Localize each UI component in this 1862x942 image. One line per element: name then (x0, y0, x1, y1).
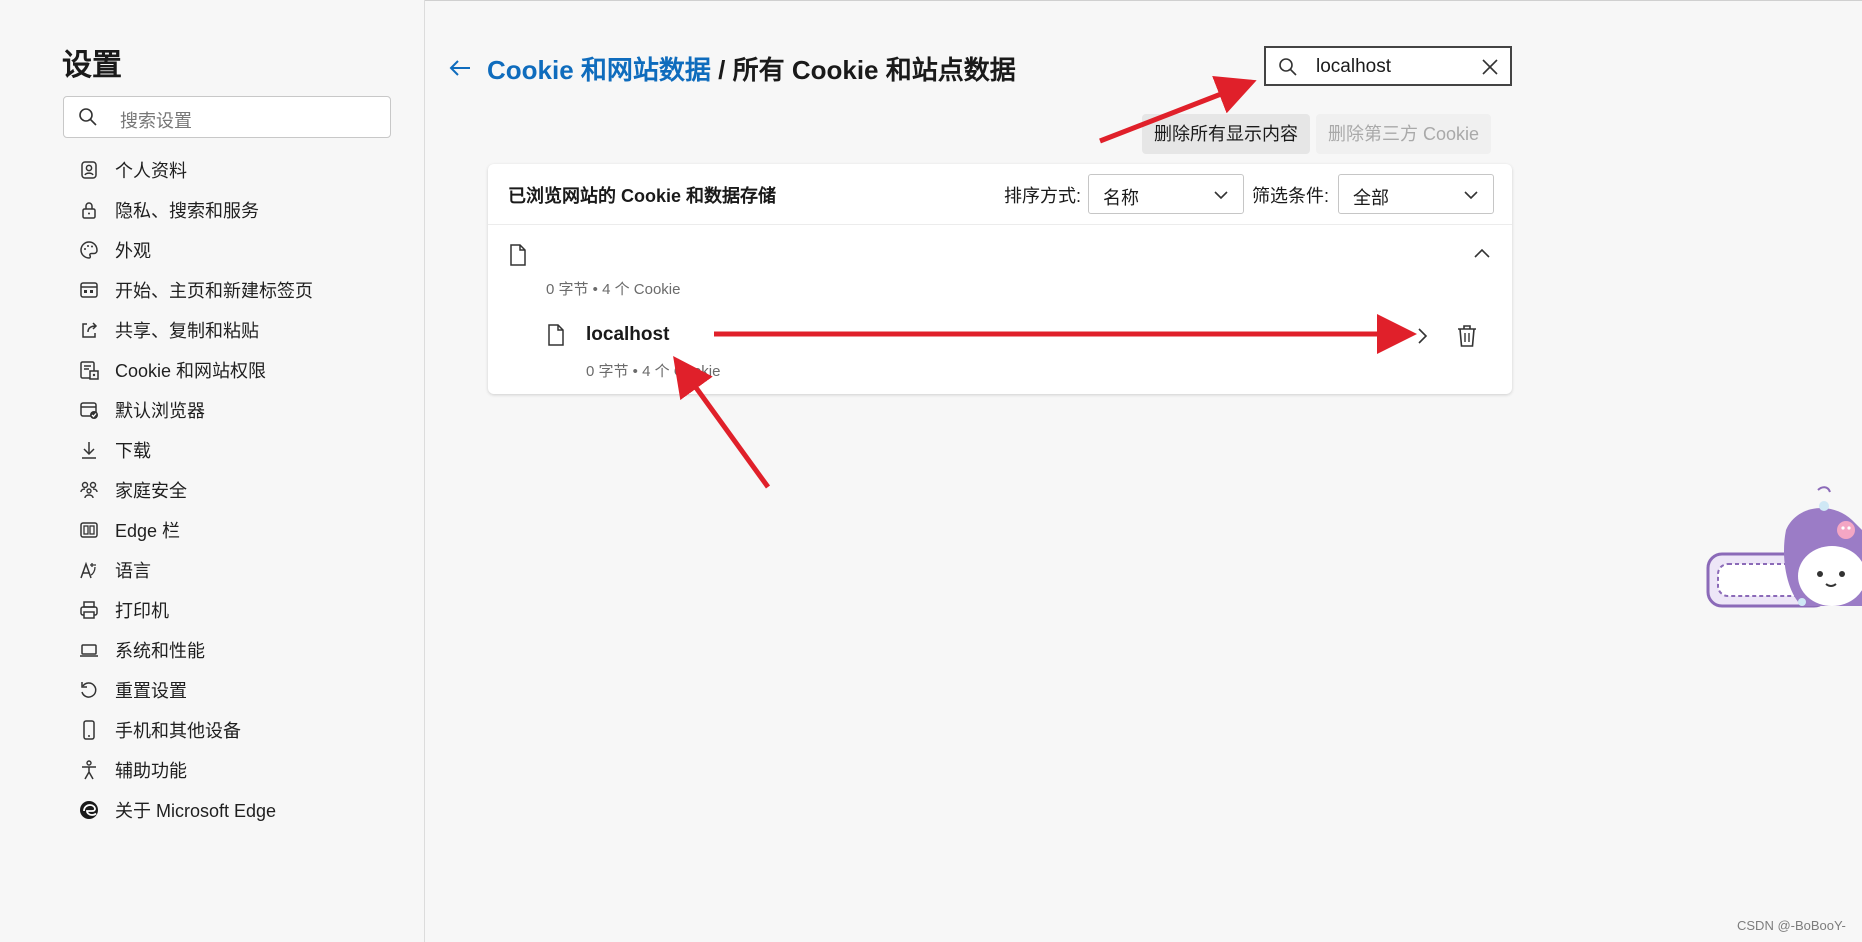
sort-dropdown-value: 名称 (1103, 188, 1139, 208)
edge-logo-icon (80, 801, 98, 819)
watermark: CSDN @-BoBooY- (1737, 918, 1846, 933)
filter-dropdown[interactable]: 全部 (1338, 174, 1494, 214)
printer-icon (80, 601, 98, 619)
close-icon[interactable] (1480, 57, 1500, 77)
trash-icon[interactable] (1456, 324, 1478, 348)
card-header: 已浏览网站的 Cookie 和数据存储 排序方式: 名称 筛选条件: 全部 (488, 164, 1512, 225)
sidebar-item-label: 家庭安全 (115, 481, 187, 501)
chevron-down-icon (1464, 191, 1478, 200)
sidebar-item-profile[interactable]: 个人资料 (63, 150, 403, 190)
sidebar-item-label: 关于 Microsoft Edge (115, 801, 277, 821)
settings-nav: 个人资料 隐私、搜索和服务 外观 开始、主页和新建标签页 共享、复制和粘贴 Co… (63, 150, 403, 830)
sidebar-item-label: 系统和性能 (115, 641, 205, 661)
sidebar-item-share[interactable]: 共享、复制和粘贴 (63, 310, 403, 350)
family-icon (80, 481, 98, 499)
sort-label: 排序方式: (1004, 186, 1082, 206)
sidebar-item-downloads[interactable]: 下载 (63, 430, 403, 470)
file-icon (548, 324, 564, 346)
download-icon (82, 442, 96, 459)
sidebar-item-start-page[interactable]: 开始、主页和新建标签页 (63, 270, 403, 310)
settings-search-placeholder: 搜索设置 (120, 111, 192, 131)
lock-icon (82, 202, 96, 219)
sidebar-item-printer[interactable]: 打印机 (63, 590, 403, 630)
group-meta: 0 字节 • 4 个 Cookie (546, 281, 681, 298)
file-icon (510, 244, 526, 266)
sidebar-item-edge-bar[interactable]: Edge 栏 (63, 510, 403, 550)
chevron-up-icon[interactable] (1472, 244, 1492, 264)
sidebar-item-label: 外观 (115, 241, 151, 261)
sidebar-item-family[interactable]: 家庭安全 (63, 470, 403, 510)
sidebar-item-default-browser[interactable]: 默认浏览器 (63, 390, 403, 430)
breadcrumb-separator: / (710, 55, 733, 85)
sidebar-item-about[interactable]: 关于 Microsoft Edge (63, 790, 403, 830)
sort-dropdown[interactable]: 名称 (1088, 174, 1244, 214)
sidebar-item-system[interactable]: 系统和性能 (63, 630, 403, 670)
sidebar-item-language[interactable]: 语言 (63, 550, 403, 590)
search-icon (1279, 58, 1297, 76)
settings-search-input[interactable]: 搜索设置 (63, 96, 391, 138)
settings-sidebar: 设置 搜索设置 个人资料 隐私、搜索和服务 外观 开始、主页和新建标签页 共享、… (0, 0, 425, 942)
sidebar-item-label: 语言 (115, 561, 151, 581)
sidebar-item-accessibility[interactable]: 辅助功能 (63, 750, 403, 790)
accessibility-icon (82, 760, 96, 780)
start-page-icon (80, 282, 98, 298)
sidebar-item-label: 共享、复制和粘贴 (115, 321, 259, 341)
card-title: 已浏览网站的 Cookie 和数据存储 (508, 186, 777, 206)
sidebar-item-label: 个人资料 (115, 161, 187, 181)
decorative-sticker (1706, 486, 1862, 608)
chevron-down-icon (1214, 191, 1228, 200)
cookie-data-card: 已浏览网站的 Cookie 和数据存储 排序方式: 名称 筛选条件: 全部 0 … (488, 164, 1512, 394)
sidebar-item-label: 开始、主页和新建标签页 (115, 281, 313, 301)
back-arrow-icon[interactable] (446, 54, 474, 82)
settings-title: 设置 (62, 49, 122, 82)
language-icon (80, 561, 96, 579)
sidebar-item-privacy[interactable]: 隐私、搜索和服务 (63, 190, 403, 230)
share-icon (82, 322, 98, 338)
site-name: localhost (586, 324, 670, 345)
sidebar-item-phone[interactable]: 手机和其他设备 (63, 710, 403, 750)
sidebar-item-label: Edge 栏 (115, 521, 181, 541)
breadcrumb: Cookie 和网站数据 / 所有 Cookie 和站点数据 (487, 50, 1016, 87)
delete-third-party-cookies-button[interactable]: 删除第三方 Cookie (1316, 114, 1492, 154)
laptop-icon (80, 644, 98, 657)
sidebar-item-label: 打印机 (115, 601, 169, 621)
cookie-permissions-icon (80, 361, 99, 380)
sidebar-item-label: 辅助功能 (115, 761, 187, 781)
page-title: 所有 Cookie 和站点数据 (732, 55, 1016, 85)
filter-dropdown-value: 全部 (1353, 188, 1389, 208)
sidebar-item-label: 下载 (115, 441, 151, 461)
sidebar-item-cookie-permissions[interactable]: Cookie 和网站权限 (63, 350, 403, 390)
sidebar-item-label: 默认浏览器 (115, 401, 205, 421)
sidebar-item-label: 隐私、搜索和服务 (115, 201, 259, 221)
sidebar-item-label: 重置设置 (115, 681, 187, 701)
profile-icon (81, 161, 97, 179)
palette-icon (80, 241, 98, 259)
edge-bar-icon (80, 522, 98, 538)
sidebar-item-reset[interactable]: 重置设置 (63, 670, 403, 710)
search-icon (79, 108, 97, 126)
sidebar-item-label: Cookie 和网站权限 (115, 361, 267, 381)
delete-all-shown-button[interactable]: 删除所有显示内容 (1142, 114, 1310, 154)
chevron-right-icon[interactable] (1412, 326, 1432, 346)
sidebar-item-appearance[interactable]: 外观 (63, 230, 403, 270)
reset-icon (81, 682, 97, 698)
sidebar-item-label: 手机和其他设备 (115, 721, 241, 741)
breadcrumb-link-cookies[interactable]: Cookie 和网站数据 (487, 55, 711, 85)
cookie-search-value: localhost (1316, 56, 1391, 77)
filter-label: 筛选条件: (1252, 186, 1330, 206)
cookie-search-input[interactable]: localhost (1264, 46, 1512, 86)
default-browser-icon (80, 402, 98, 419)
site-meta: 0 字节 • 4 个 Cookie (586, 363, 721, 380)
phone-icon (83, 720, 95, 740)
site-row-localhost[interactable]: localhost 0 字节 • 4 个 Cookie (528, 312, 1512, 384)
